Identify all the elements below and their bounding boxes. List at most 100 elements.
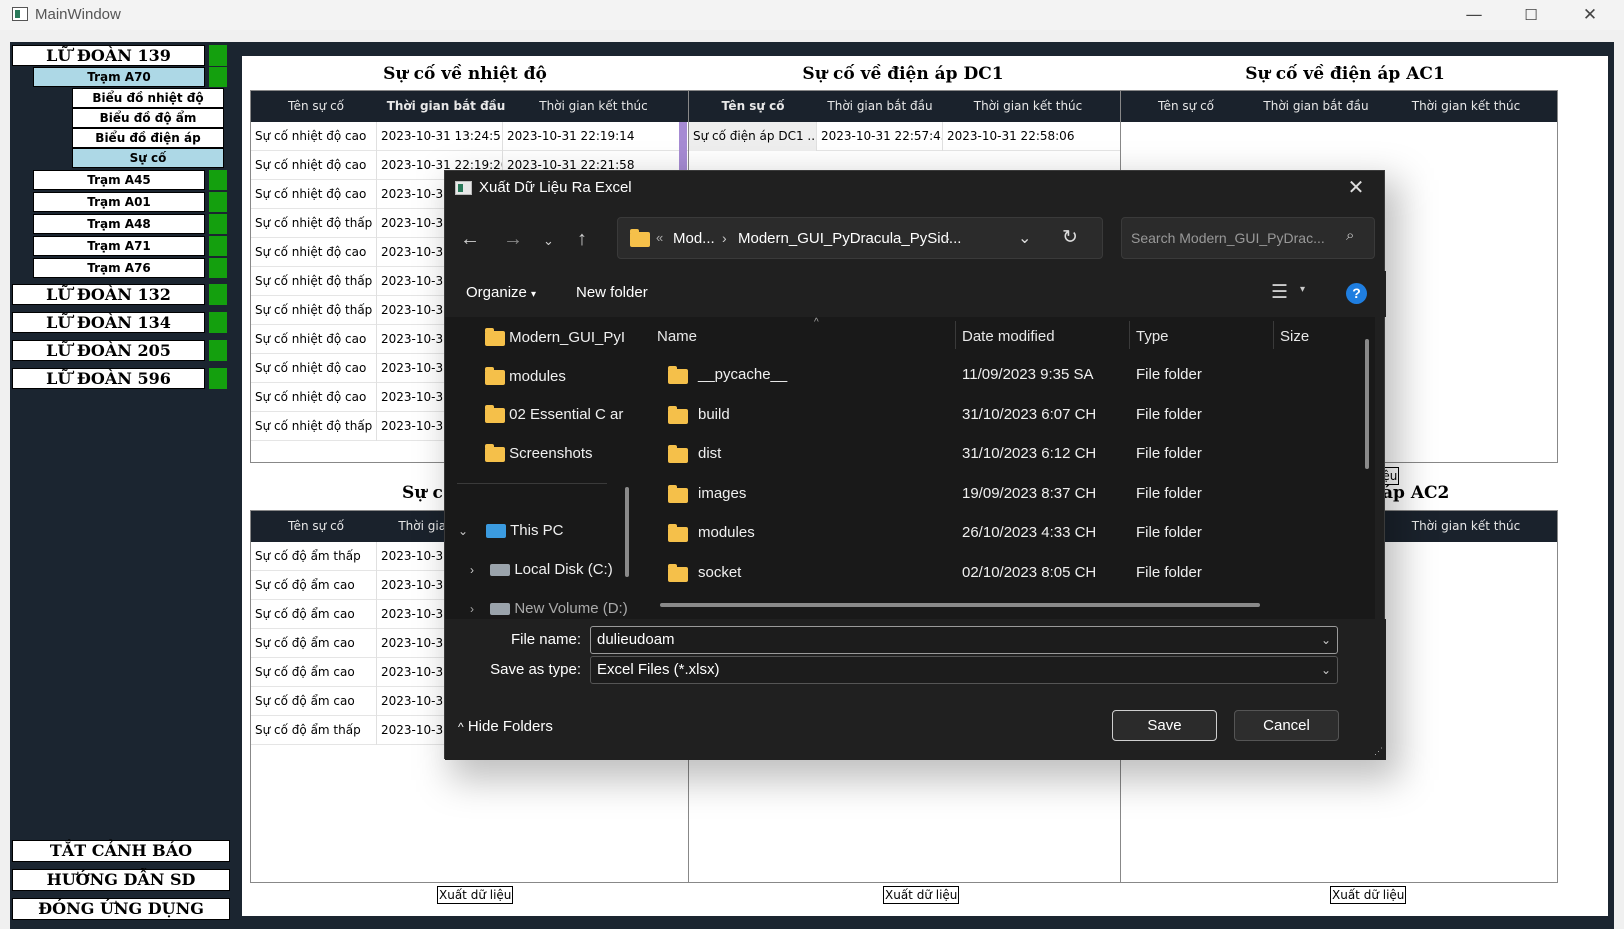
sidebar-group-139[interactable]: LỮ ĐOÀN 139 — [12, 45, 205, 66]
close-app-button[interactable]: ĐÓNG ỨNG DỤNG — [12, 898, 230, 920]
breadcrumb-item[interactable]: Modern_GUI_PyDracula_PySid... — [738, 230, 961, 247]
back-arrow-icon[interactable]: ← — [460, 228, 480, 251]
drive-icon — [490, 564, 511, 577]
chevron-up-icon: ^ — [458, 720, 464, 734]
search-box[interactable]: Search Modern_GUI_PyDrac... ⌕ — [1121, 217, 1375, 259]
nav-item-folder[interactable]: 02 Essential C ar — [485, 404, 623, 423]
column-header-size[interactable]: Size — [1280, 319, 1309, 355]
column-header[interactable]: Tên sự cố — [1121, 91, 1251, 122]
sidebar-group-134[interactable]: LỮ ĐOÀN 134 — [12, 312, 205, 333]
sidebar-station-a01[interactable]: Trạm A01 — [33, 192, 205, 212]
file-row[interactable]: socket 02/10/2023 8:05 CH File folder — [640, 553, 1360, 593]
forward-arrow-icon[interactable]: → — [503, 228, 523, 251]
file-row[interactable]: __pycache__ 11/09/2023 9:35 SA File folder — [640, 355, 1360, 395]
sidebar-subitem-temp-chart[interactable]: Biểu đồ nhiệt độ — [72, 88, 224, 108]
table-cell: Sự cố nhiệt độ cao — [251, 238, 377, 267]
view-options-icon[interactable]: ☰ — [1271, 281, 1288, 304]
nav-item-folder[interactable]: Screenshots — [485, 443, 593, 462]
column-header-name[interactable]: Name — [657, 319, 697, 355]
nav-item-this-pc[interactable]: ⌄ This PC — [458, 522, 563, 539]
sidebar-station-a45[interactable]: Trạm A45 — [33, 170, 205, 190]
nav-item-volume-d[interactable]: › New Volume (D:) — [470, 600, 628, 617]
breadcrumb-item[interactable]: Mod... — [673, 230, 715, 247]
cancel-button[interactable]: Cancel — [1234, 710, 1339, 741]
sidebar-subitem-incidents[interactable]: Sự cố — [72, 148, 224, 168]
column-header[interactable]: Thời gian kết thúc — [943, 91, 1113, 122]
address-bar[interactable]: « Mod... › Modern_GUI_PyDracula_PySid...… — [617, 217, 1103, 259]
table-cell: Sự cố độ ẩm cao — [251, 629, 377, 658]
sidebar-station-a48[interactable]: Trạm A48 — [33, 214, 205, 234]
column-header[interactable]: Thời gian bắt đầu — [381, 91, 511, 122]
address-dropdown-chevron-icon[interactable]: ⌄ — [1018, 228, 1031, 248]
save-type-select[interactable]: Excel Files (*.xlsx) ⌄ — [590, 656, 1338, 684]
column-header-type[interactable]: Type — [1136, 319, 1169, 355]
dialog-close-icon[interactable]: ✕ — [1336, 171, 1376, 205]
column-header[interactable]: Tên sự cố — [251, 511, 381, 542]
column-header[interactable]: Thời gian kết thúc — [1381, 511, 1551, 542]
file-row[interactable]: modules 26/10/2023 4:33 CH File folder — [640, 513, 1360, 553]
sidebar-group-596[interactable]: LỮ ĐOÀN 596 — [12, 368, 205, 389]
chevron-down-icon[interactable]: ⌄ — [1321, 627, 1331, 653]
refresh-icon[interactable]: ↻ — [1062, 226, 1078, 249]
folder-icon — [668, 524, 688, 542]
file-row[interactable]: images 19/09/2023 8:37 CH File folder — [640, 474, 1360, 514]
table-row[interactable]: Sự cố nhiệt độ cao 2023-10-31 13:24:51 202… — [251, 122, 689, 151]
view-chevron-icon[interactable]: ▾ — [1300, 284, 1305, 295]
column-divider[interactable] — [955, 321, 956, 349]
column-divider[interactable] — [1129, 321, 1130, 349]
file-date: 31/10/2023 6:12 CH — [962, 445, 1097, 462]
nav-item-folder[interactable]: Modern_GUI_PyI — [485, 327, 625, 346]
table-scrollbar[interactable] — [679, 122, 687, 172]
column-header[interactable]: Tên sự cố — [251, 91, 381, 122]
export-button-ac2[interactable]: Xuất dữ liệu — [1330, 886, 1407, 904]
status-indicator — [209, 214, 227, 234]
sidebar-station-a76[interactable]: Trạm A76 — [33, 258, 205, 278]
hide-folders-label: Hide Folders — [467, 718, 553, 735]
breadcrumb-overflow[interactable]: « — [656, 230, 663, 245]
help-icon[interactable]: ? — [1346, 283, 1367, 304]
folder-icon — [668, 563, 688, 582]
column-header-date[interactable]: Date modified — [962, 319, 1055, 355]
nav-scrollbar[interactable] — [625, 487, 629, 577]
vertical-scrollbar[interactable] — [1365, 339, 1369, 469]
file-row[interactable]: build 31/10/2023 6:07 CH File folder — [640, 395, 1360, 435]
nav-item-folder[interactable]: modules — [485, 366, 566, 385]
recent-locations-chevron-icon[interactable]: ⌄ — [543, 233, 554, 249]
minimize-button[interactable]: — — [1451, 2, 1497, 28]
up-arrow-icon[interactable]: ↑ — [577, 228, 587, 251]
column-header[interactable]: Tên sự cố — [689, 91, 817, 122]
nav-item-local-disk[interactable]: › Local Disk (C:) — [470, 561, 613, 578]
column-header[interactable]: Thời gian bắt đầu — [817, 91, 943, 122]
export-button-humid[interactable]: Xuất dữ liệu — [437, 886, 514, 904]
file-name-input[interactable]: dulieudoam ⌄ — [590, 626, 1338, 654]
sidebar-group-132[interactable]: LỮ ĐOÀN 132 — [12, 284, 205, 305]
table-row[interactable]: Sự cố điện áp DC1 ... 2023-10-31 22:57:4… — [689, 122, 1121, 151]
chevron-down-icon[interactable]: ⌄ — [1321, 657, 1331, 683]
sidebar-subitem-humid-chart[interactable]: Biểu đồ độ ẩm — [72, 108, 224, 128]
file-row[interactable]: dist 31/10/2023 6:12 CH File folder — [640, 434, 1360, 474]
save-file-dialog: Xuất Dữ Liệu Ra Excel ✕ ← → ⌄ ↑ « Mod...… — [444, 170, 1386, 760]
folder-icon — [668, 405, 688, 424]
hide-folders-toggle[interactable]: ^ Hide Folders — [458, 718, 553, 735]
mute-alarm-button[interactable]: TẮT CẢNH BÁO — [12, 840, 230, 862]
maximize-button[interactable]: ☐ — [1508, 2, 1554, 28]
sidebar-subitem-voltage-chart[interactable]: Biểu đồ điện áp — [72, 128, 224, 148]
column-header[interactable]: Thời gian bắt đầu — [1251, 91, 1381, 122]
file-name: dist — [698, 445, 722, 462]
horizontal-scrollbar[interactable] — [660, 603, 1260, 607]
column-divider[interactable] — [1273, 321, 1274, 349]
new-folder-button[interactable]: New folder — [576, 284, 648, 301]
close-button[interactable]: ✕ — [1567, 2, 1613, 28]
save-button[interactable]: Save — [1112, 710, 1217, 741]
export-button-dc2[interactable]: Xuất dữ liệu — [883, 886, 960, 904]
sidebar-station-a70[interactable]: Trạm A70 — [33, 67, 205, 87]
user-guide-button[interactable]: HƯỚNG DẪN SD — [12, 869, 230, 891]
column-header[interactable]: Thời gian kết thúc — [511, 91, 676, 122]
sidebar-group-205[interactable]: LỮ ĐOÀN 205 — [12, 340, 205, 361]
resize-grip-icon[interactable]: ⋰ — [1374, 746, 1383, 757]
sidebar-station-a71[interactable]: Trạm A71 — [33, 236, 205, 256]
app-icon — [12, 7, 28, 21]
status-indicator — [209, 340, 227, 361]
column-header[interactable]: Thời gian kết thúc — [1381, 91, 1551, 122]
organize-menu[interactable]: Organize ▾ — [466, 284, 536, 301]
